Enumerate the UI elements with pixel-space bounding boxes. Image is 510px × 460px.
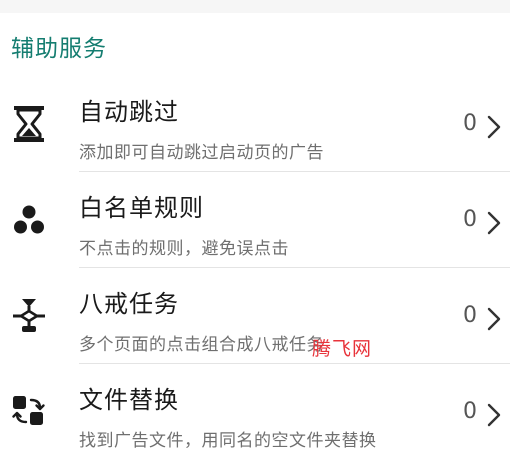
item-title: 文件替换 [79, 386, 179, 414]
section-title: 辅助服务 [11, 36, 107, 62]
item-count: 0 [463, 399, 477, 424]
top-strip [0, 0, 510, 13]
watermark-text: 腾飞网 [312, 338, 373, 360]
item-count: 0 [463, 207, 477, 232]
item-title: 自动跳过 [79, 98, 179, 126]
flow-chart-icon [12, 296, 46, 336]
chevron-right-icon [486, 210, 502, 236]
item-count: 0 [463, 303, 477, 328]
chevron-right-icon [486, 402, 502, 428]
list-item-file-replace[interactable]: 文件替换 找到广告文件，用同名的空文件夹替换 0 [0, 364, 510, 460]
hourglass-icon [12, 104, 46, 144]
chevron-right-icon [486, 114, 502, 140]
swap-icon [12, 392, 46, 432]
item-description: 多个页面的点击组合成八戒任务 [79, 335, 324, 355]
item-description: 添加即可自动跳过启动页的广告 [79, 143, 324, 163]
item-count: 0 [463, 111, 477, 136]
three-dots-icon [12, 202, 46, 242]
list-item-whitelist[interactable]: 白名单规则 不点击的规则，避免误点击 0 [0, 172, 510, 268]
item-description: 不点击的规则，避免误点击 [79, 239, 289, 259]
item-title: 白名单规则 [79, 194, 204, 222]
chevron-right-icon [486, 306, 502, 332]
item-description: 找到广告文件，用同名的空文件夹替换 [79, 431, 377, 451]
list-item-bajie-task[interactable]: 八戒任务 多个页面的点击组合成八戒任务 0 [0, 268, 510, 364]
list-item-auto-skip[interactable]: 自动跳过 添加即可自动跳过启动页的广告 0 [0, 76, 510, 172]
item-title: 八戒任务 [79, 290, 179, 318]
